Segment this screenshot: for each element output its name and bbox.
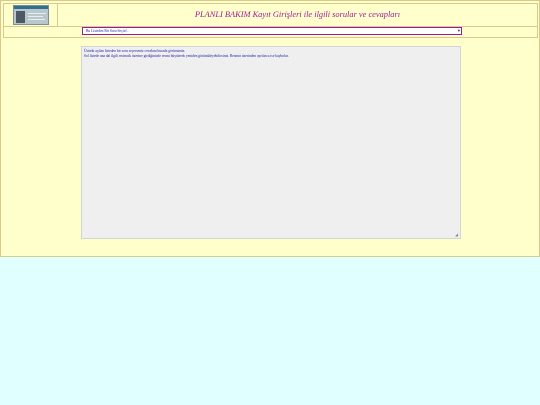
answer-textarea[interactable]: Üstteki açılan listeden bir soru seçerse… [81,46,461,239]
chevron-down-icon[interactable]: ▾ [458,28,460,34]
thumbnail-line [28,19,45,20]
thumbnail-picture [16,11,25,23]
app-thumbnail-image [13,5,49,25]
resize-handle-icon[interactable]: ◢ [455,233,459,237]
header-bar: PLANLI BAKIM Kayıt Girişleri ile ilgili … [3,3,538,27]
logo-cell [4,4,58,26]
answer-line: Sol listede ana dal ilgili resimcik üzer… [84,53,289,58]
content-panel: PLANLI BAKIM Kayıt Girişleri ile ilgili … [0,0,540,257]
page-title: PLANLI BAKIM Kayıt Girişleri ile ilgili … [194,10,401,19]
thumbnail-line [28,16,43,17]
thumbnail-line [28,13,46,14]
question-select[interactable]: Bu Listeden Bir Soru Seçin!.. ▾ [82,27,462,35]
question-select-row: Bu Listeden Bir Soru Seçin!.. ▾ [3,27,538,38]
question-select-value: Bu Listeden Bir Soru Seçin!.. [86,29,129,33]
thumbnail-bar [14,6,48,9]
